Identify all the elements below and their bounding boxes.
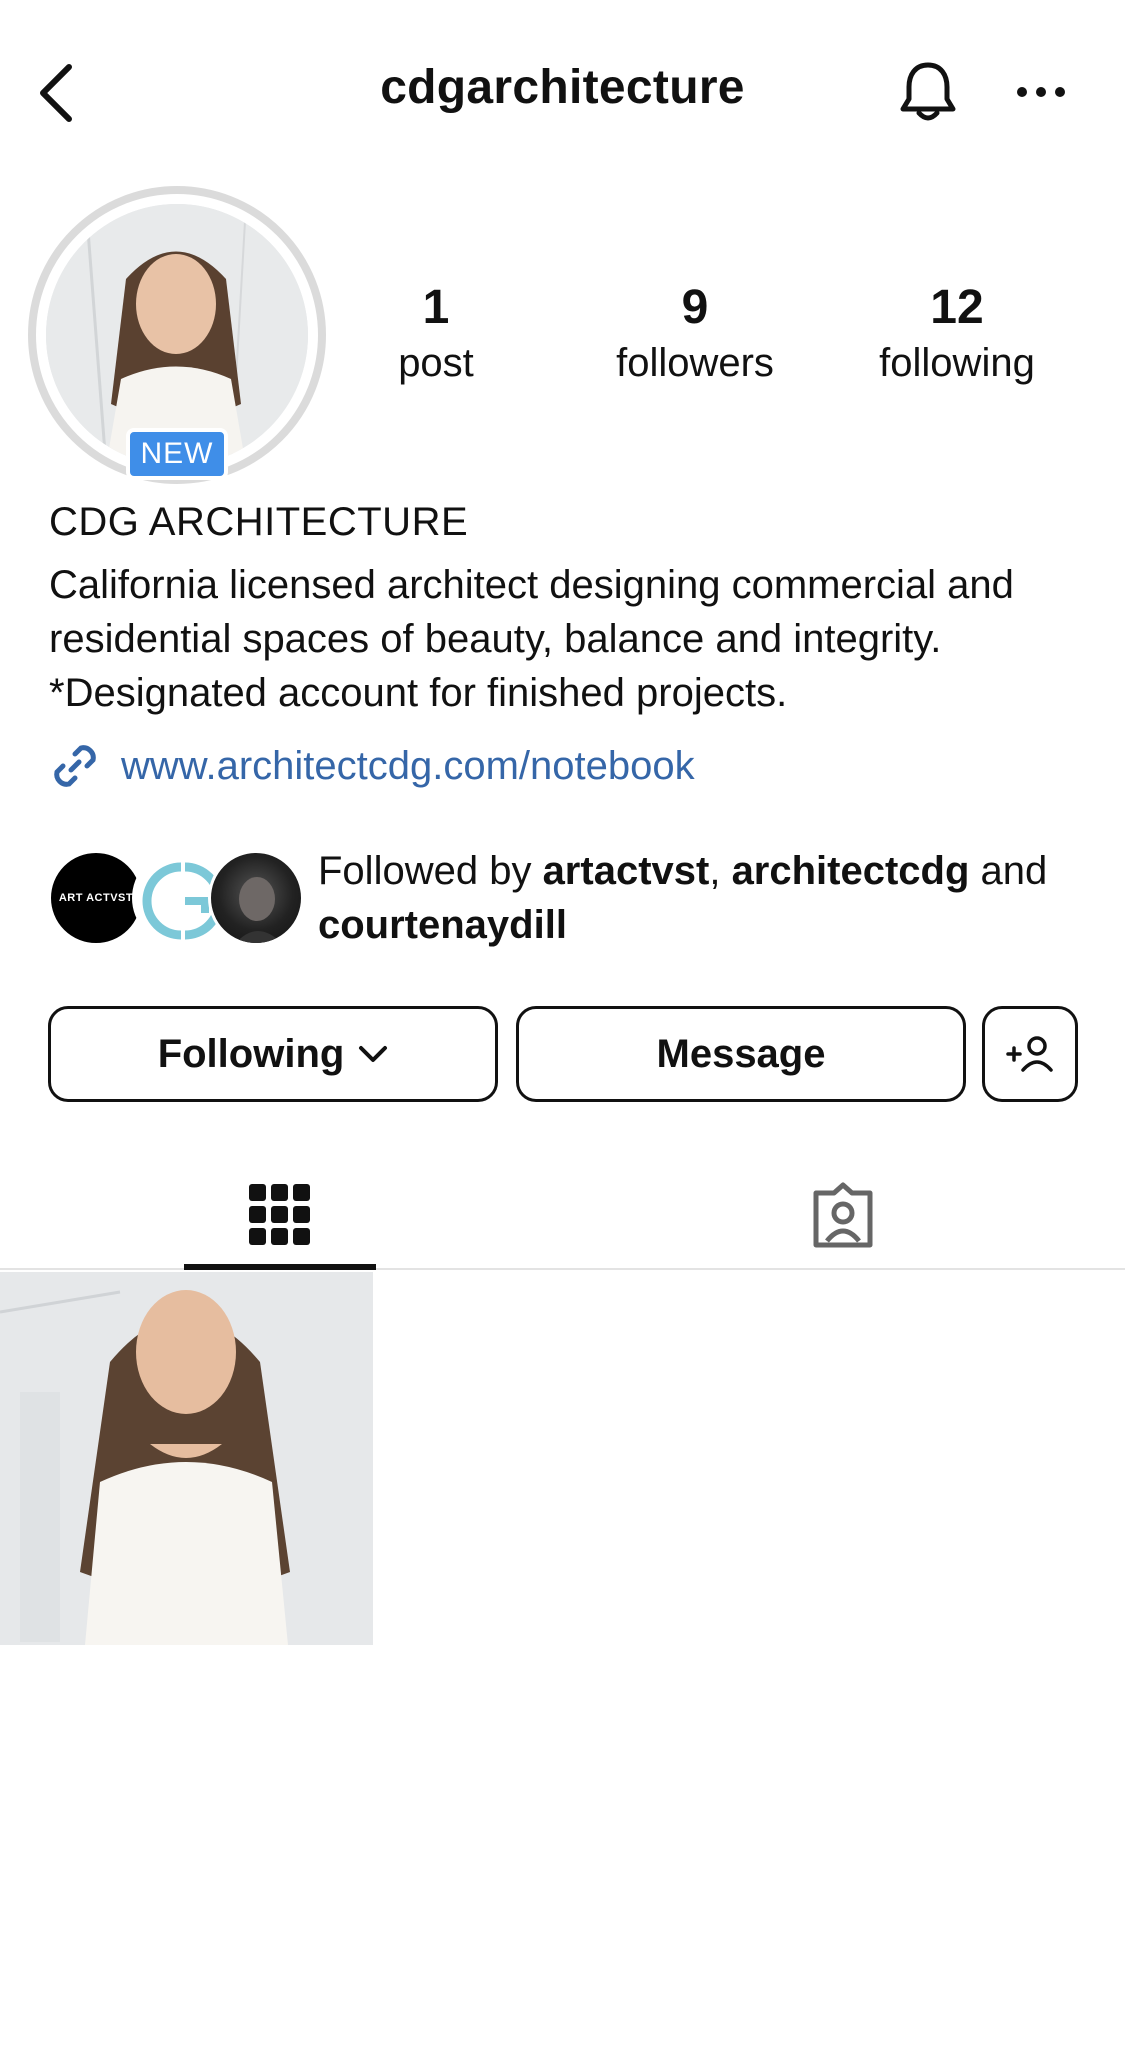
tagged-icon — [813, 1182, 873, 1248]
stat-following-label: following — [879, 341, 1035, 385]
avatar: ART ACTVST — [48, 850, 144, 946]
add-user-button[interactable] — [982, 1006, 1078, 1102]
website-link[interactable]: www.architectcdg.com/notebook — [49, 740, 695, 792]
new-badge: NEW — [126, 428, 228, 480]
link-icon — [54, 745, 96, 787]
notification-bell-icon[interactable] — [893, 56, 963, 128]
followed-by-text[interactable]: Followed by artactvst, architectcdg and … — [318, 844, 1108, 952]
following-button-label: Following — [157, 1031, 345, 1076]
stat-followers-label: followers — [616, 341, 774, 385]
active-tab-indicator — [184, 1264, 376, 1270]
following-button[interactable]: Following — [48, 1006, 498, 1102]
stat-following[interactable]: 12 following — [857, 278, 1057, 388]
display-name: CDG ARCHITECTURE — [49, 500, 469, 544]
stat-following-value: 12 — [930, 281, 984, 334]
followed-by-user[interactable]: courtenaydill — [318, 903, 567, 947]
website-link-text[interactable]: www.architectcdg.com/notebook — [121, 744, 695, 789]
add-user-icon — [1006, 1036, 1053, 1072]
followed-by-and: and — [969, 849, 1048, 893]
post-thumbnail[interactable] — [0, 1272, 373, 1645]
profile-header: cdgarchitecture — [0, 0, 1125, 184]
profile-tabs — [0, 1160, 1125, 1270]
grid-icon — [249, 1184, 310, 1245]
avatar-photo — [46, 204, 308, 466]
stat-followers[interactable]: 9 followers — [595, 278, 795, 388]
chevron-down-icon — [359, 1046, 388, 1062]
avatar — [208, 850, 304, 946]
more-options-icon[interactable] — [1010, 70, 1072, 114]
followed-by-prefix: Followed by — [318, 849, 543, 893]
tab-tagged[interactable] — [780, 1160, 906, 1270]
message-button[interactable]: Message — [516, 1006, 966, 1102]
followed-by-separator: , — [709, 849, 732, 893]
followed-by-user[interactable]: architectcdg — [732, 849, 970, 893]
stat-posts[interactable]: 1 post — [336, 278, 536, 388]
tab-posts-grid[interactable] — [184, 1160, 376, 1270]
bio-text: California licensed architect designing … — [49, 563, 1014, 715]
avatar-label: ART ACTVST — [58, 892, 134, 904]
stat-followers-value: 9 — [681, 281, 709, 334]
message-button-label: Message — [656, 1031, 826, 1076]
stat-posts-value: 1 — [422, 281, 450, 334]
stat-posts-label: post — [398, 341, 474, 385]
followed-by-user[interactable]: artactvst — [543, 849, 710, 893]
mutual-followers-avatars[interactable]: ART ACTVST — [48, 850, 304, 946]
